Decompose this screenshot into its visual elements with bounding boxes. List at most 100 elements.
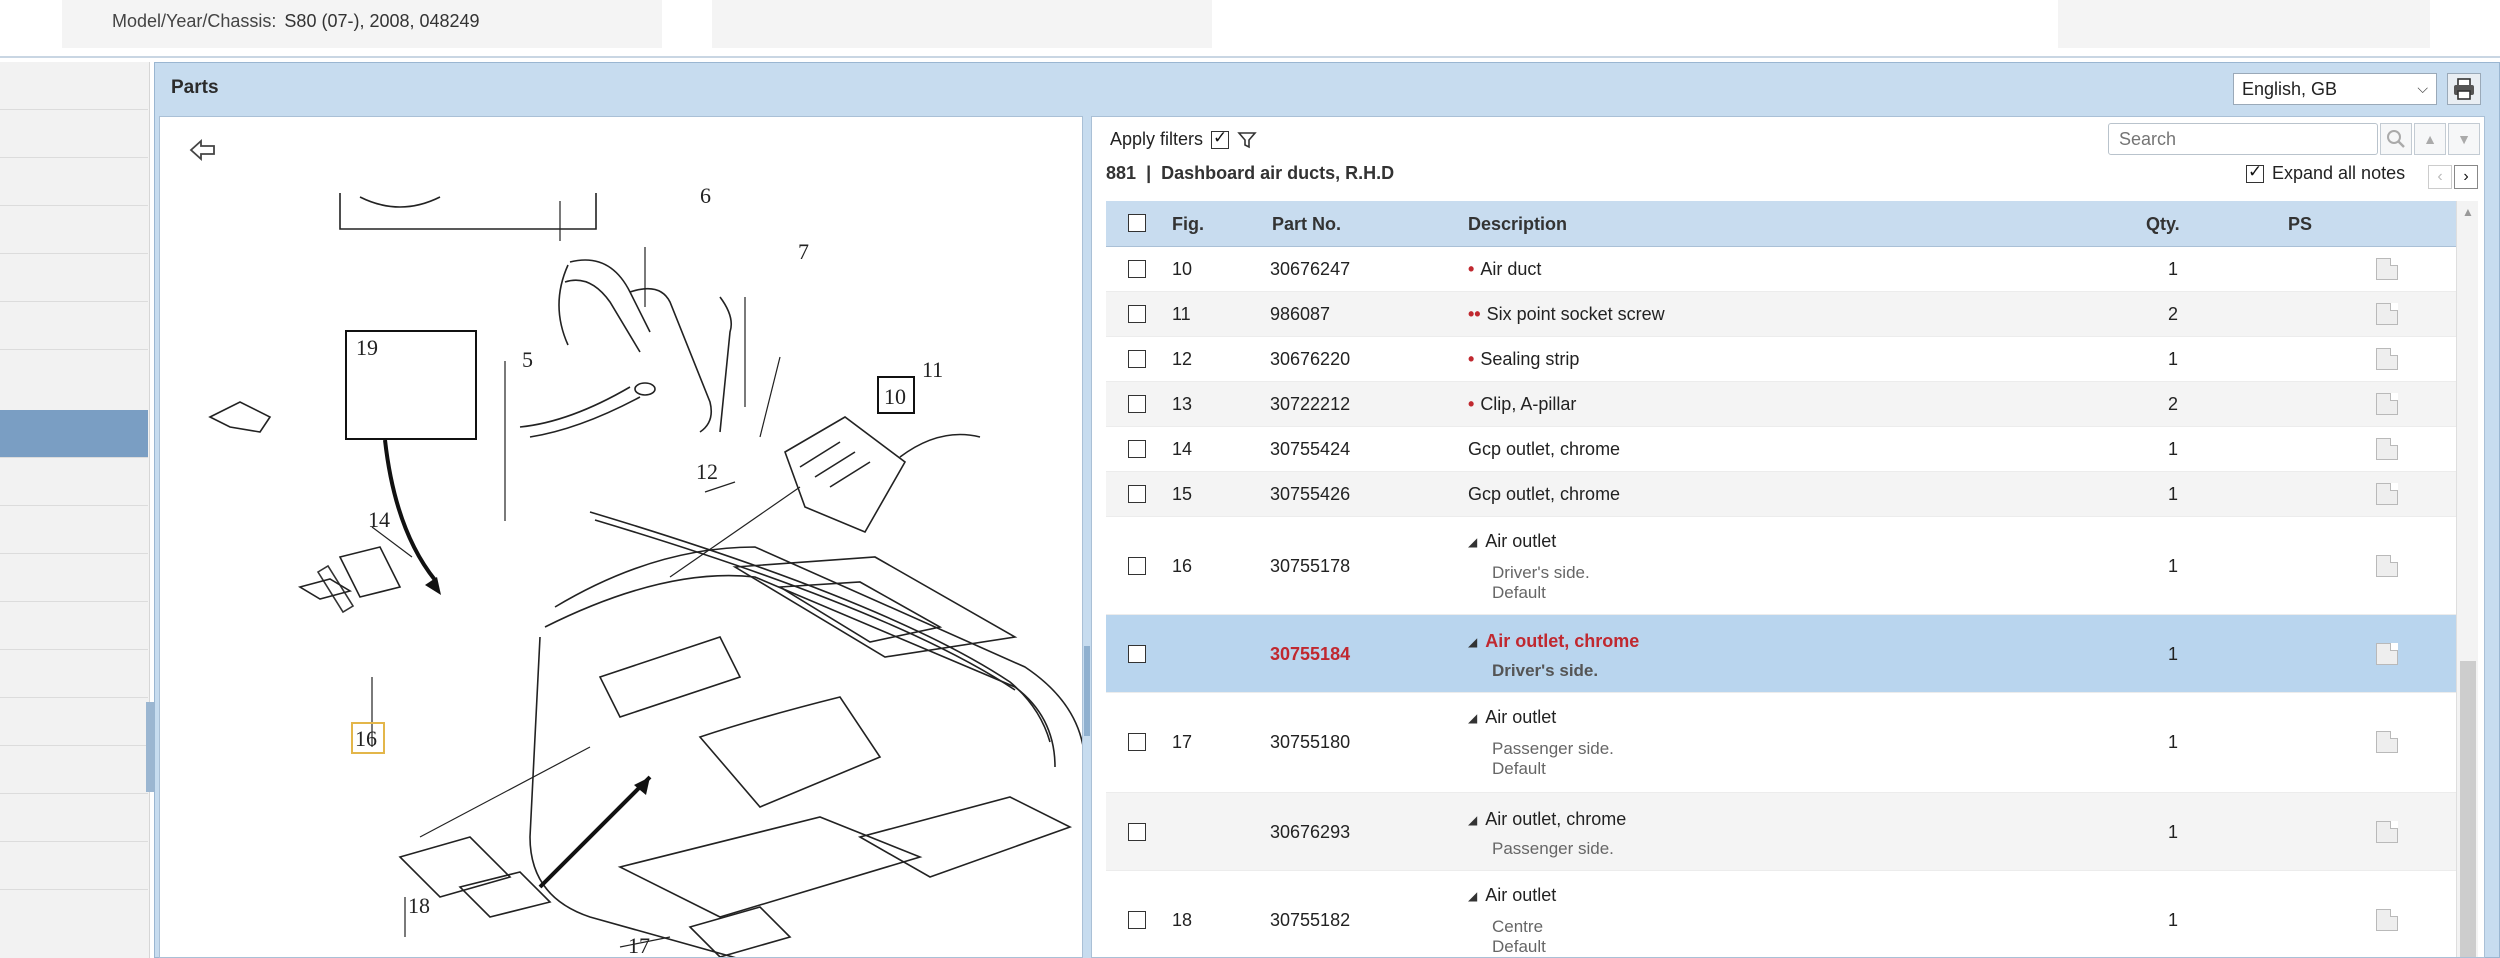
next-page-button[interactable]: › xyxy=(2454,165,2478,189)
row-part-no[interactable]: 30755180 xyxy=(1270,732,1350,753)
table-row[interactable]: 11 986087 •• Six point socket screw 2 xyxy=(1106,292,2456,337)
sidebar-item[interactable] xyxy=(0,110,148,158)
row-checkbox[interactable] xyxy=(1128,645,1146,663)
row-part-no[interactable]: 30676220 xyxy=(1270,349,1350,370)
row-checkbox[interactable] xyxy=(1128,911,1146,929)
expand-triangle-icon[interactable]: ◢ xyxy=(1468,813,1477,827)
row-checkbox[interactable] xyxy=(1128,733,1146,751)
table-row[interactable]: 12 30676220 • Sealing strip 1 xyxy=(1106,337,2456,382)
print-button[interactable] xyxy=(2447,73,2481,105)
apply-filters-checkbox[interactable] xyxy=(1211,128,1230,149)
sidebar-item[interactable] xyxy=(0,158,148,206)
note-icon[interactable] xyxy=(2376,909,2398,931)
col-qty[interactable]: Qty. xyxy=(2146,214,2180,235)
row-part-no[interactable]: 30755424 xyxy=(1270,439,1350,460)
select-all-checkbox[interactable] xyxy=(1128,214,1146,232)
col-part-no[interactable]: Part No. xyxy=(1272,214,1341,235)
sidebar-item[interactable] xyxy=(0,506,148,554)
expand-triangle-icon[interactable]: ◢ xyxy=(1468,635,1477,649)
scroll-thumb[interactable] xyxy=(2460,661,2476,957)
sidebar-item[interactable] xyxy=(0,842,148,890)
note-icon[interactable] xyxy=(2376,258,2398,280)
header-panel-right xyxy=(2058,0,2430,48)
table-row[interactable]: 13 30722212 • Clip, A-pillar 2 xyxy=(1106,382,2456,427)
table-row[interactable]: 17 30755180 ◢ Air outlet Passenger side. … xyxy=(1106,693,2456,793)
row-part-no[interactable]: 30755182 xyxy=(1270,910,1350,931)
table-row[interactable]: 10 30676247 • Air duct 1 xyxy=(1106,247,2456,292)
filter-icon[interactable] xyxy=(1237,130,1257,150)
expand-all-notes: Expand all notes xyxy=(2246,162,2405,184)
callout-label: 10 xyxy=(884,384,906,409)
sidebar-item[interactable] xyxy=(0,746,148,794)
panel-splitter[interactable] xyxy=(1083,116,1091,958)
row-checkbox[interactable] xyxy=(1128,557,1146,575)
search-button[interactable] xyxy=(2380,123,2412,155)
table-row[interactable]: 14 30755424 Gcp outlet, chrome 1 xyxy=(1106,427,2456,472)
note-icon[interactable] xyxy=(2376,555,2398,577)
row-part-no[interactable]: 30755426 xyxy=(1270,484,1350,505)
table-row[interactable]: 18 30755182 ◢ Air outlet Centre Default 1 xyxy=(1106,871,2456,957)
row-part-no[interactable]: 30722212 xyxy=(1270,394,1350,415)
table-row[interactable]: 30676293 ◢ Air outlet, chrome Passenger s… xyxy=(1106,793,2456,871)
language-select[interactable]: English, GB ⌵ xyxy=(2233,73,2437,105)
expand-triangle-icon[interactable]: ◢ xyxy=(1468,889,1477,903)
sidebar-item[interactable] xyxy=(0,698,148,746)
col-fig[interactable]: Fig. xyxy=(1172,214,1204,235)
row-checkbox[interactable] xyxy=(1128,440,1146,458)
row-checkbox[interactable] xyxy=(1128,350,1146,368)
table-row[interactable]: 15 30755426 Gcp outlet, chrome 1 xyxy=(1106,472,2456,517)
search-input[interactable] xyxy=(2108,123,2378,155)
splitter-handle[interactable] xyxy=(1084,646,1090,736)
callout-label: 11 xyxy=(922,357,943,382)
sidebar-item[interactable] xyxy=(0,650,148,698)
search-prev-button[interactable]: ▲ xyxy=(2414,123,2446,155)
table-row-selected[interactable]: 30755184 ◢ Air outlet, chrome Driver's si… xyxy=(1106,615,2456,693)
expand-notes-checkbox[interactable] xyxy=(2246,162,2264,183)
table-row[interactable]: 16 30755178 ◢ Air outlet Driver's side. D… xyxy=(1106,517,2456,615)
expand-triangle-icon[interactable]: ◢ xyxy=(1468,535,1477,549)
note-icon[interactable] xyxy=(2376,643,2398,665)
parts-header: Parts English, GB ⌵ xyxy=(155,63,2499,115)
sidebar-item[interactable] xyxy=(0,206,148,254)
expand-triangle-icon[interactable]: ◢ xyxy=(1468,711,1477,725)
row-checkbox[interactable] xyxy=(1128,395,1146,413)
sidebar-item[interactable] xyxy=(0,458,148,506)
sidebar-item-active[interactable] xyxy=(0,410,148,458)
note-icon[interactable] xyxy=(2376,393,2398,415)
sidebar-item[interactable] xyxy=(0,602,148,650)
apply-filters: Apply filters xyxy=(1110,128,1257,150)
scroll-up-icon[interactable]: ▲ xyxy=(2457,201,2479,223)
row-part-no[interactable]: 30755178 xyxy=(1270,556,1350,577)
row-checkbox[interactable] xyxy=(1128,485,1146,503)
prev-page-button[interactable]: ‹ xyxy=(2428,165,2452,189)
sidebar-item[interactable] xyxy=(0,254,148,302)
sidebar-item[interactable] xyxy=(0,62,148,110)
sidebar-item[interactable] xyxy=(0,794,148,842)
row-checkbox[interactable] xyxy=(1128,823,1146,841)
row-part-no[interactable]: 986087 xyxy=(1270,304,1330,325)
note-icon[interactable] xyxy=(2376,483,2398,505)
col-description[interactable]: Description xyxy=(1468,214,1567,235)
note-icon[interactable] xyxy=(2376,348,2398,370)
exploded-view-drawing[interactable]: 6 7 19 5 10 11 12 14 16 18 17 xyxy=(160,117,1083,958)
row-part-no[interactable]: 30676293 xyxy=(1270,822,1350,843)
model-value: S80 (07-), 2008, 048249 xyxy=(284,11,480,31)
search-next-button[interactable]: ▼ xyxy=(2448,123,2480,155)
row-part-no[interactable]: 30676247 xyxy=(1270,259,1350,280)
col-ps[interactable]: PS xyxy=(2288,214,2312,235)
row-description-text: Air duct xyxy=(1480,259,1542,279)
row-part-no[interactable]: 30755184 xyxy=(1270,644,1350,665)
model-year-chassis: Model/Year/Chassis: S80 (07-), 2008, 0482… xyxy=(112,11,480,32)
row-fig: 10 xyxy=(1172,259,1193,279)
note-icon[interactable] xyxy=(2376,303,2398,325)
row-checkbox[interactable] xyxy=(1128,305,1146,323)
note-icon[interactable] xyxy=(2376,821,2398,843)
sidebar-collapse-handle[interactable] xyxy=(146,702,154,792)
row-checkbox[interactable] xyxy=(1128,260,1146,278)
table-scrollbar[interactable]: ▲ xyxy=(2456,201,2479,957)
sidebar-item[interactable] xyxy=(0,302,148,350)
note-icon[interactable] xyxy=(2376,731,2398,753)
sidebar-item[interactable] xyxy=(0,554,148,602)
note-icon[interactable] xyxy=(2376,438,2398,460)
row-fig: 17 xyxy=(1172,732,1193,752)
